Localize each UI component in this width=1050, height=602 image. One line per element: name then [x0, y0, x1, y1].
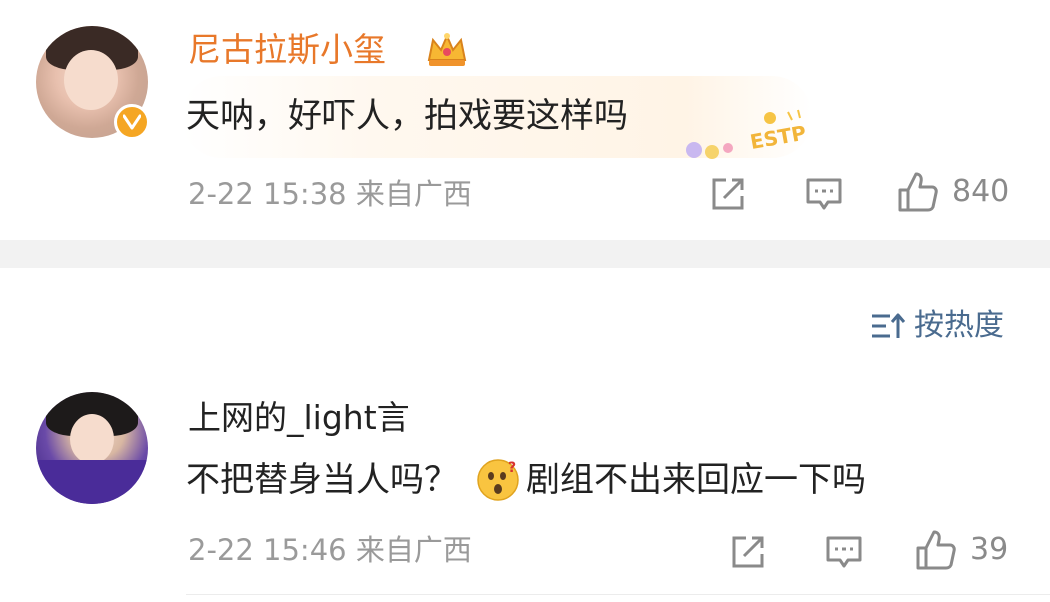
- share-icon: [712, 178, 744, 210]
- like-button[interactable]: 39: [914, 528, 1008, 572]
- comment-text-part: 剧组不出来回应一下吗: [526, 460, 866, 500]
- thumbs-up-icon: [916, 530, 956, 570]
- avatar[interactable]: [36, 392, 148, 504]
- reply-button[interactable]: [804, 174, 844, 214]
- username[interactable]: 上网的_light言: [188, 398, 410, 438]
- estp-badge-text: ESTP: [748, 121, 808, 154]
- comment-item: 尼古拉斯小玺 天呐，好吓人，拍戏要这样吗 ESTP 2-22 15:38 来自广…: [0, 0, 1050, 240]
- thumbs-up-icon: [898, 172, 938, 212]
- username[interactable]: 尼古拉斯小玺: [188, 30, 386, 70]
- share-icon: [732, 536, 764, 568]
- like-button[interactable]: 840: [896, 170, 1009, 214]
- comment-text: 不把替身当人吗？ ? 剧组不出来回应一下吗: [186, 458, 866, 502]
- like-count: 39: [970, 532, 1009, 567]
- comment-text-part: 不把替身当人吗？: [186, 460, 458, 500]
- comment-text: 天呐，好吓人，拍戏要这样吗: [186, 96, 628, 136]
- estp-badge-decoration: ESTP: [686, 109, 808, 159]
- share-button[interactable]: [728, 532, 768, 572]
- reply-button[interactable]: [824, 532, 864, 572]
- comment-meta: 2-22 15:38 来自广西: [188, 177, 472, 211]
- svg-text:?: ?: [508, 460, 516, 476]
- avatar-shirt: [36, 460, 148, 504]
- verified-v-icon: [114, 104, 150, 140]
- thinking-face-emoji: ?: [477, 459, 519, 501]
- sort-by-hotness-button[interactable]: 按热度: [870, 306, 1004, 346]
- comment-item: 上网的_light言 不把替身当人吗？ ? 剧组不出来回应一下吗 2-22 15…: [0, 380, 1050, 602]
- divider-line: [186, 594, 1050, 595]
- comment-icon: [806, 178, 842, 210]
- avatar-face: [70, 414, 114, 464]
- sort-label: 按热度: [914, 308, 1004, 343]
- crown-icon: [427, 33, 467, 66]
- avatar-face: [64, 50, 118, 110]
- sort-icon: [872, 313, 906, 338]
- like-count: 840: [952, 174, 1010, 209]
- comment-meta: 2-22 15:46 来自广西: [188, 533, 472, 567]
- section-divider: [0, 240, 1050, 268]
- comment-icon: [826, 536, 862, 568]
- share-button[interactable]: [708, 174, 748, 214]
